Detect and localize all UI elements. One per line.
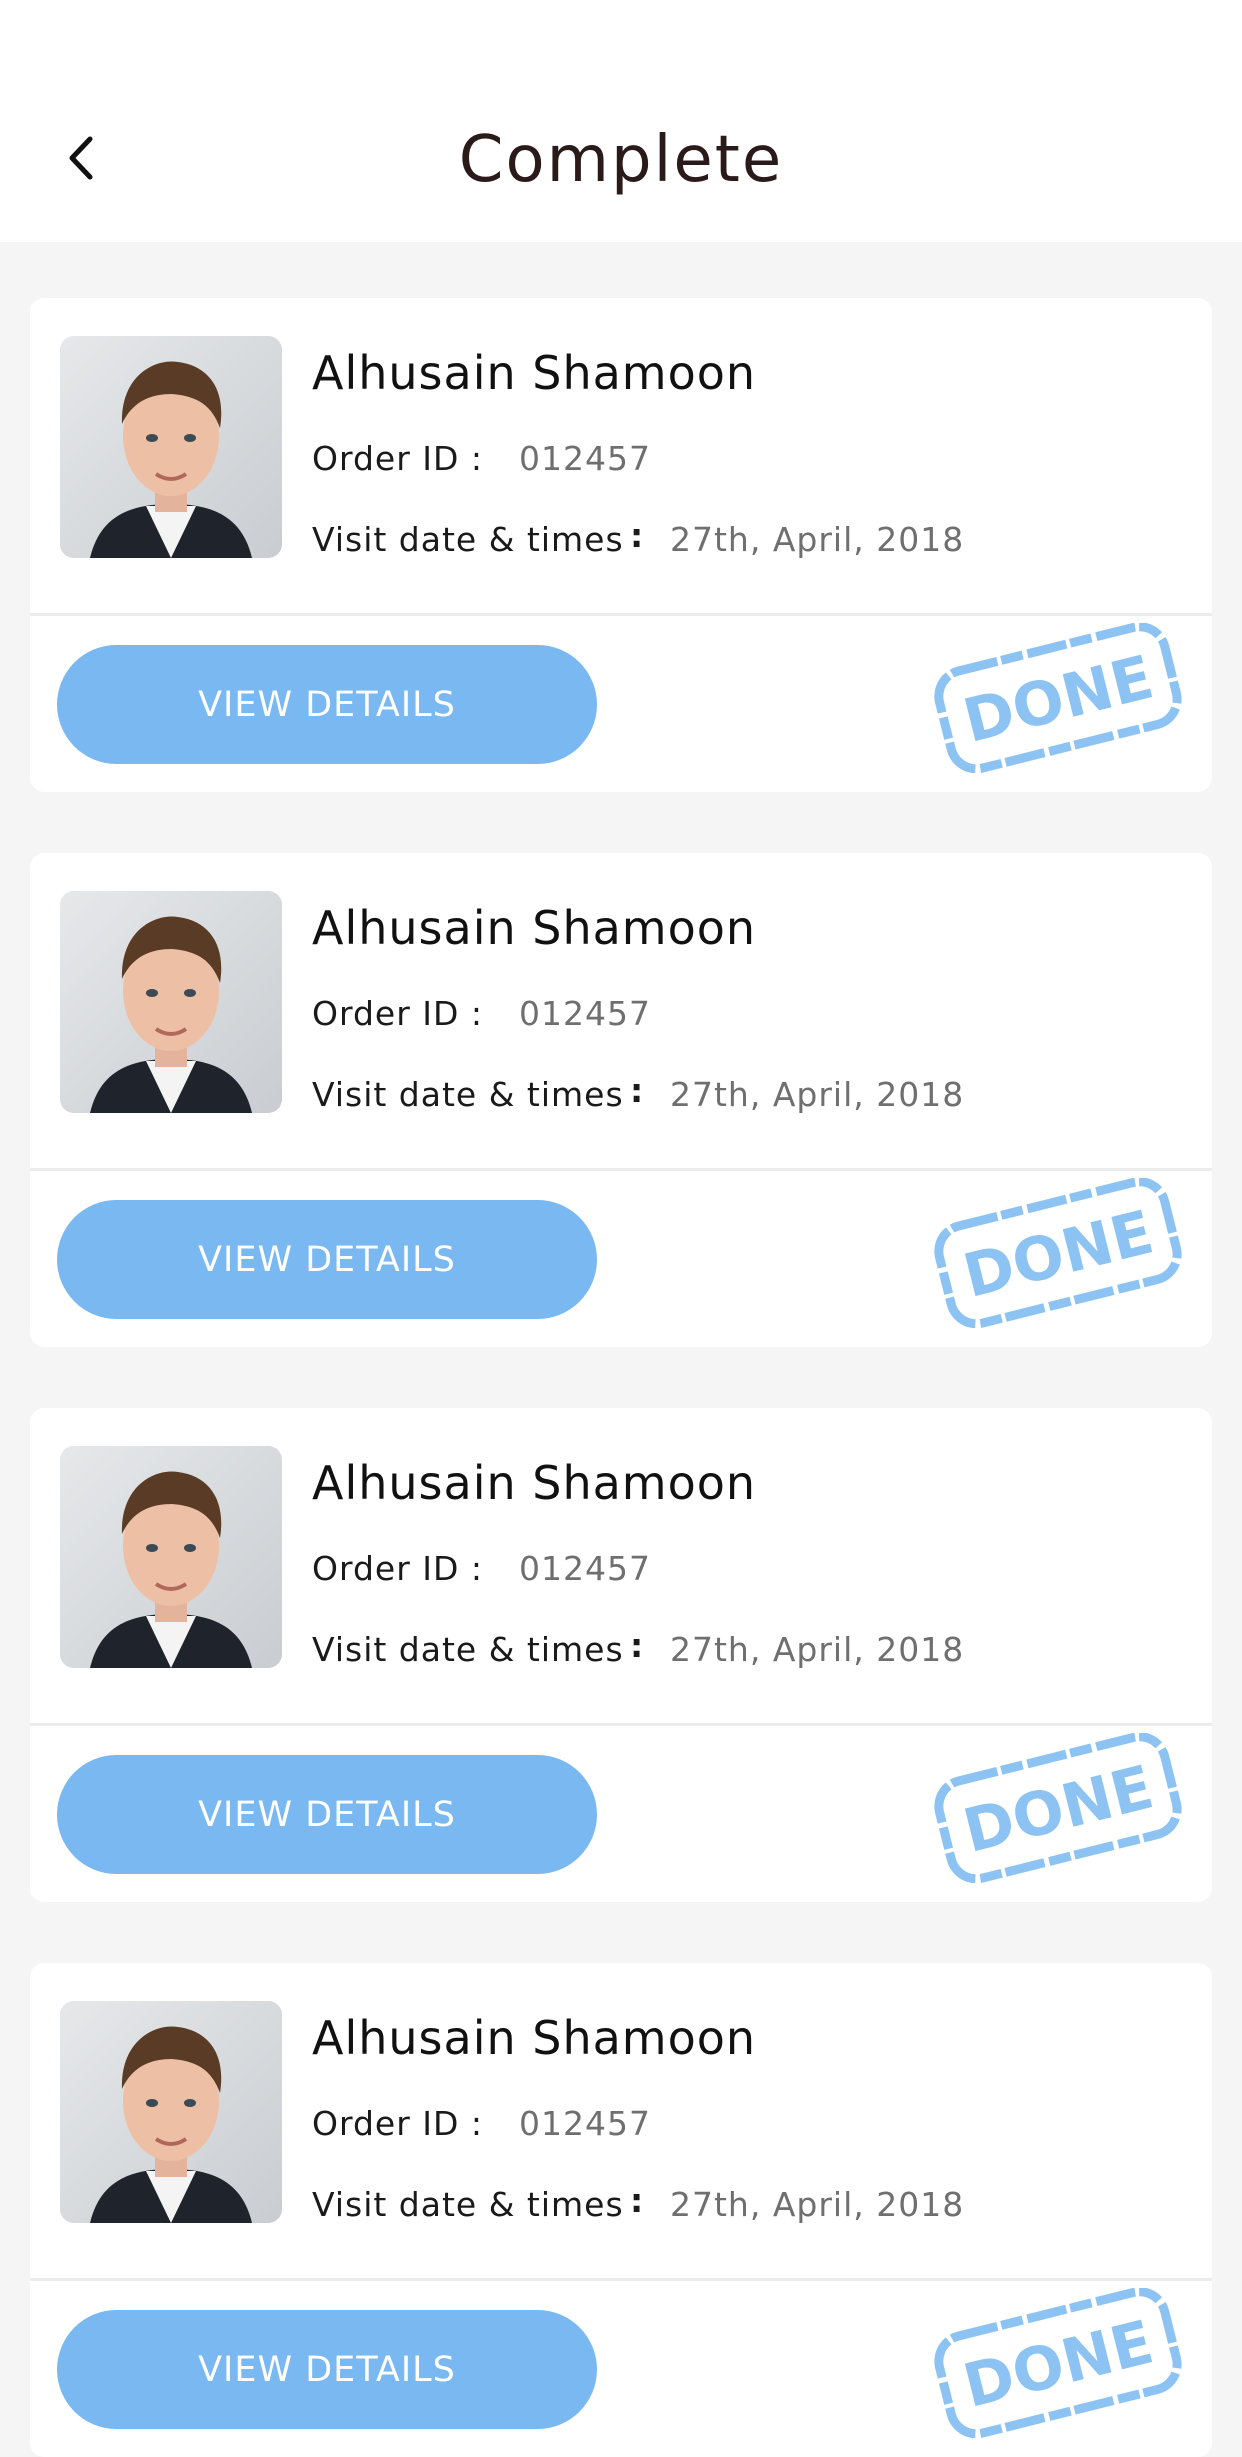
avatar [60, 891, 282, 1113]
visit-date-value: 27th, April, 2018 [670, 520, 965, 559]
visit-date-label: Visit date & times [312, 1075, 624, 1114]
avatar [60, 1446, 282, 1668]
card-divider [30, 2278, 1212, 2281]
avatar [60, 336, 282, 558]
avatar [60, 2001, 282, 2223]
visit-date-separator: : [630, 1071, 644, 1110]
order-card: Alhusain Shamoon Order ID : 012457 Visit… [30, 1408, 1212, 1902]
order-id-label: Order ID : [312, 994, 484, 1033]
order-card: Alhusain Shamoon Order ID : 012457 Visit… [30, 1963, 1212, 2457]
customer-name: Alhusain Shamoon [312, 1456, 757, 1510]
visit-date-separator: : [630, 1626, 644, 1665]
view-details-button[interactable]: VIEW DETAILS [57, 1755, 597, 1874]
view-details-button[interactable]: VIEW DETAILS [57, 2310, 597, 2429]
customer-name: Alhusain Shamoon [312, 2011, 757, 2065]
order-id-value: 012457 [519, 439, 651, 478]
visit-date-value: 27th, April, 2018 [670, 1075, 965, 1114]
customer-name: Alhusain Shamoon [312, 346, 757, 400]
visit-date-separator: : [630, 516, 644, 555]
card-divider [30, 1723, 1212, 1726]
order-card: Alhusain Shamoon Order ID : 012457 Visit… [30, 853, 1212, 1347]
visit-date-value: 27th, April, 2018 [670, 2185, 965, 2224]
customer-name: Alhusain Shamoon [312, 901, 757, 955]
order-id-label: Order ID : [312, 2104, 484, 2143]
order-id-label: Order ID : [312, 439, 484, 478]
card-divider [30, 1168, 1212, 1171]
done-stamp-icon: DONE [934, 2288, 1182, 2438]
done-stamp-icon: DONE [934, 1733, 1182, 1883]
view-details-button[interactable]: VIEW DETAILS [57, 1200, 597, 1319]
visit-date-separator: : [630, 2181, 644, 2220]
order-id-label: Order ID : [312, 1549, 484, 1588]
app-header: Complete [0, 0, 1242, 242]
page-title: Complete [458, 123, 784, 197]
order-id-value: 012457 [519, 2104, 651, 2143]
visit-date-value: 27th, April, 2018 [670, 1630, 965, 1669]
done-stamp-icon: DONE [934, 623, 1182, 773]
order-id-value: 012457 [519, 1549, 651, 1588]
order-id-value: 012457 [519, 994, 651, 1033]
done-stamp-icon: DONE [934, 1178, 1182, 1328]
order-card: Alhusain Shamoon Order ID : 012457 Visit… [30, 298, 1212, 792]
visit-date-label: Visit date & times [312, 520, 624, 559]
visit-date-label: Visit date & times [312, 2185, 624, 2224]
view-details-button[interactable]: VIEW DETAILS [57, 645, 597, 764]
visit-date-label: Visit date & times [312, 1630, 624, 1669]
card-divider [30, 613, 1212, 616]
